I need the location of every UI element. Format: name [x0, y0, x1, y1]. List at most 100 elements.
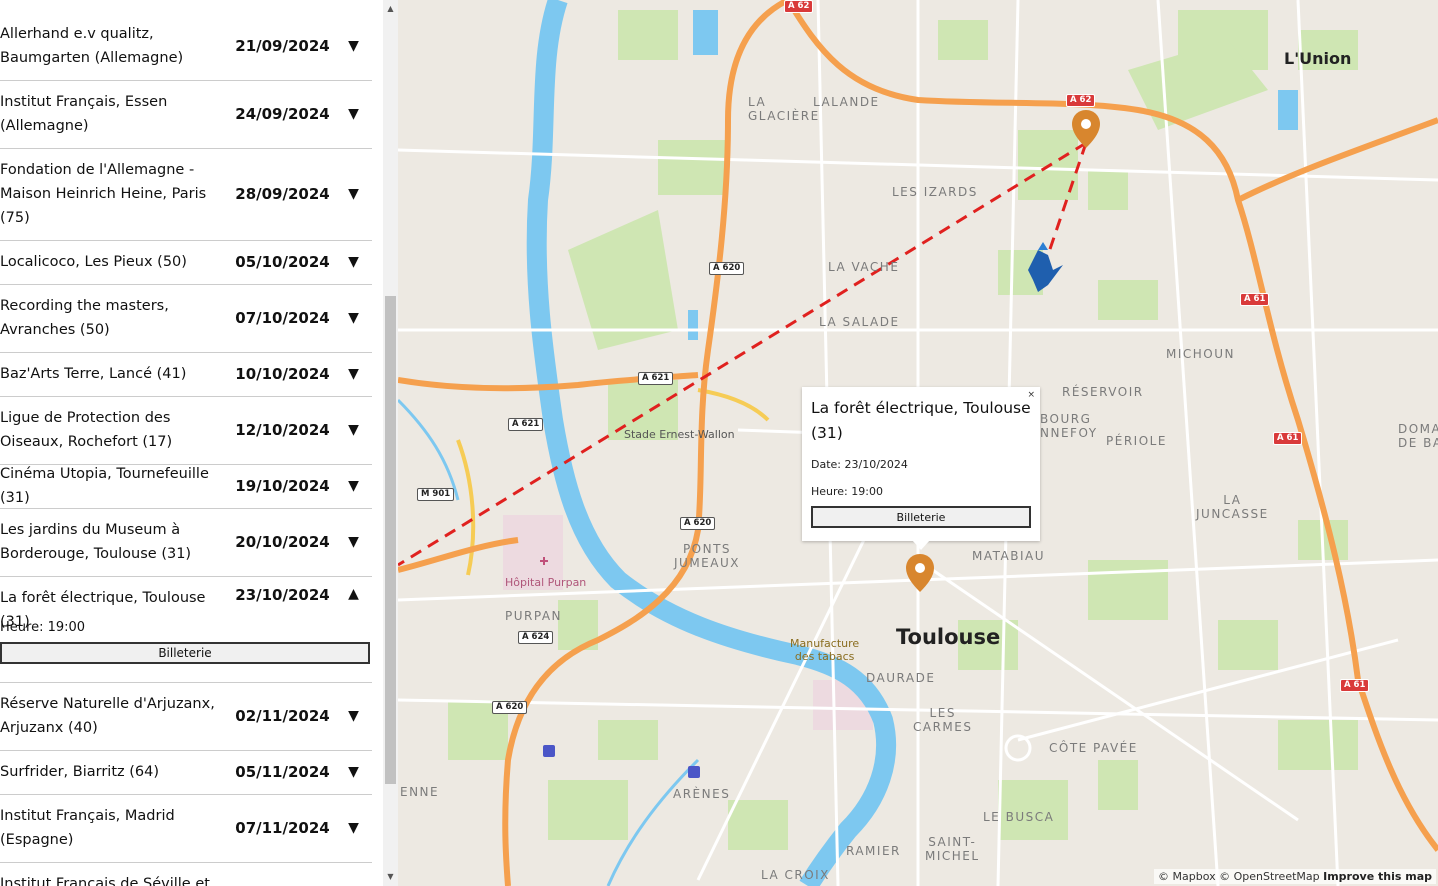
event-venue: Localicoco, Les Pieux (50)	[0, 254, 187, 270]
event-row[interactable]: Ligue de Protection des Oiseaux, Rochefo…	[0, 396, 372, 465]
event-date: 07/11/2024	[235, 819, 330, 837]
expand-arrow-icon[interactable]: ▼	[335, 366, 372, 382]
label-daurade: DAURADE	[866, 671, 936, 685]
event-row[interactable]: Cinéma Utopia, Tournefeuille (31) 19/10/2…	[0, 464, 372, 509]
expand-arrow-icon[interactable]: ▼	[335, 106, 372, 122]
ticket-button[interactable]: Billeterie	[0, 642, 370, 664]
event-venue: Surfrider, Biarritz (64)	[0, 764, 159, 780]
label-le-busca: LE BUSCA	[983, 810, 1055, 824]
event-date: 28/09/2024	[235, 185, 330, 203]
event-date: 24/09/2024	[235, 105, 330, 123]
event-venue: Les jardins du Museum à Borderouge, Toul…	[0, 522, 192, 562]
event-row[interactable]: Institut Français, Essen (Allemagne) 24/0…	[0, 80, 372, 149]
shield-a61-north: A 61	[1240, 293, 1270, 306]
event-venue: Institut Français de Séville et	[0, 876, 210, 886]
event-venue: Cinéma Utopia, Tournefeuille (31)	[0, 466, 209, 506]
event-venue: Baz'Arts Terre, Lancé (41)	[0, 366, 187, 382]
popup-heure: Heure: 19:00	[811, 485, 883, 498]
event-date: 19/10/2024	[235, 477, 330, 495]
event-venue: Recording the masters, Avranches (50)	[0, 298, 169, 338]
label-les-carmes: LES CARMES	[913, 706, 973, 734]
list-scrollbar[interactable]: ▲ ▼	[383, 0, 398, 886]
label-la-vache: LA VACHE	[828, 260, 900, 274]
shield-a61-south: A 61	[1340, 679, 1370, 692]
poi-stadium: Stade Ernest-Wallon	[624, 428, 735, 441]
shield-a61-mid: A 61	[1273, 432, 1303, 445]
label-saint-michel: SAINT- MICHEL	[925, 835, 980, 863]
attribution-osm[interactable]: © OpenStreetMap	[1219, 870, 1320, 883]
event-row[interactable]: Fondation de l'Allemagne - Maison Heinri…	[0, 148, 372, 241]
label-la-glaciere: LA GLACIÈRE	[748, 95, 820, 123]
event-row[interactable]: Localicoco, Les Pieux (50) 05/10/2024 ▼	[0, 240, 372, 285]
label-town-lunion: L'Union	[1284, 49, 1352, 68]
label-cote-pavee: CÔTE PAVÉE	[1049, 741, 1138, 755]
shield-a621-east: A 621	[638, 372, 674, 385]
expand-arrow-icon[interactable]: ▼	[335, 310, 372, 326]
event-row[interactable]: Recording the masters, Avranches (50) 07/…	[0, 284, 372, 353]
label-enne: ENNE	[400, 785, 440, 799]
event-row[interactable]: Réserve Naturelle d'Arjuzanx, Arjuzanx (…	[0, 682, 372, 751]
expand-arrow-icon[interactable]: ▼	[335, 254, 372, 270]
event-row[interactable]: Les jardins du Museum à Borderouge, Toul…	[0, 508, 372, 577]
event-popup: × La forêt électrique, Toulouse (31) Dat…	[802, 387, 1040, 541]
scroll-thumb[interactable]	[385, 296, 396, 784]
label-purpan: PURPAN	[505, 609, 563, 623]
event-row[interactable]: Baz'Arts Terre, Lancé (41) 10/10/2024 ▼	[0, 352, 372, 397]
label-les-izards: LES IZARDS	[892, 185, 978, 199]
improve-map-link[interactable]: Improve this map	[1323, 870, 1432, 883]
expand-arrow-icon[interactable]: ▼	[335, 534, 372, 550]
shield-a621-west: A 621	[508, 418, 544, 431]
popup-date: Date: 23/10/2024	[811, 458, 908, 471]
label-michoun: MICHOUN	[1166, 347, 1235, 361]
event-date: 12/10/2024	[235, 421, 330, 439]
event-list: Allerhand e.v qualitz, Baumgarten (Allem…	[0, 0, 383, 886]
event-date: 02/11/2024	[235, 707, 330, 725]
event-date: 05/11/2024	[235, 763, 330, 781]
popup-ticket-button[interactable]: Billeterie	[811, 506, 1031, 528]
event-venue: Fondation de l'Allemagne - Maison Heinri…	[0, 162, 207, 226]
scroll-down-icon[interactable]: ▼	[383, 868, 398, 886]
label-domaine: DOMAIDE BAL	[1398, 422, 1438, 450]
expand-arrow-icon[interactable]: ▼	[335, 764, 372, 780]
popup-title: La forêt électrique, Toulouse (31)	[811, 399, 1031, 442]
expand-arrow-icon[interactable]: ▼	[335, 186, 372, 202]
expand-arrow-icon[interactable]: ▼	[335, 478, 372, 494]
label-reservoir: RÉSERVOIR	[1062, 385, 1144, 399]
event-date: 20/10/2024	[235, 533, 330, 551]
label-la-salade: LA SALADE	[819, 315, 900, 329]
shield-a624: A 624	[518, 631, 554, 644]
event-row[interactable]: Institut Français, Madrid (Espagne) 07/11…	[0, 794, 372, 863]
expand-arrow-icon[interactable]: ▼	[335, 708, 372, 724]
event-date: 07/10/2024	[235, 309, 330, 327]
poi-hospital: Hôpital Purpan	[505, 576, 587, 589]
label-la-croix: LA CROIX	[761, 868, 830, 882]
scroll-up-icon[interactable]: ▲	[383, 0, 398, 18]
poi-manufacture: Manufacture des tabacs	[790, 637, 860, 663]
pin-south	[906, 554, 934, 592]
expand-arrow-icon[interactable]: ▼	[335, 820, 372, 836]
event-heure: Heure: 19:00	[0, 620, 86, 635]
collapse-arrow-icon[interactable]: ▲	[335, 586, 372, 602]
shield-a62: A 62	[1066, 94, 1096, 107]
label-la-juncasse: LA JUNCASSE	[1196, 493, 1269, 521]
event-row[interactable]: Surfrider, Biarritz (64) 05/11/2024 ▼	[0, 750, 372, 795]
attribution-mapbox[interactable]: © Mapbox	[1158, 870, 1216, 883]
shield-a620-mid: A 620	[680, 517, 716, 530]
event-row[interactable]: Allerhand e.v qualitz, Baumgarten (Allem…	[0, 12, 372, 81]
expand-arrow-icon[interactable]: ▼	[335, 422, 372, 438]
shield-a620-south: A 620	[492, 701, 528, 714]
event-row[interactable]: Institut Français de Séville et	[0, 862, 372, 886]
event-date: 21/09/2024	[235, 37, 330, 55]
event-venue: Allerhand e.v qualitz, Baumgarten (Allem…	[0, 26, 184, 66]
label-lalande: LALANDE	[813, 95, 880, 109]
shield-m901: M 901	[417, 488, 455, 501]
event-row[interactable]: La forêt électrique, Toulouse (31) 23/10/…	[0, 576, 372, 683]
event-venue: Institut Français, Essen (Allemagne)	[0, 94, 168, 134]
label-ramier: RAMIER	[846, 844, 901, 858]
event-date: 10/10/2024	[235, 365, 330, 383]
label-matabiau: MATABIAU	[972, 549, 1046, 563]
event-venue: Institut Français, Madrid (Espagne)	[0, 808, 175, 848]
label-bonnefoy: BOURG NNEFOY	[1040, 412, 1098, 440]
expand-arrow-icon[interactable]: ▼	[335, 38, 372, 54]
event-date: 05/10/2024	[235, 253, 330, 271]
